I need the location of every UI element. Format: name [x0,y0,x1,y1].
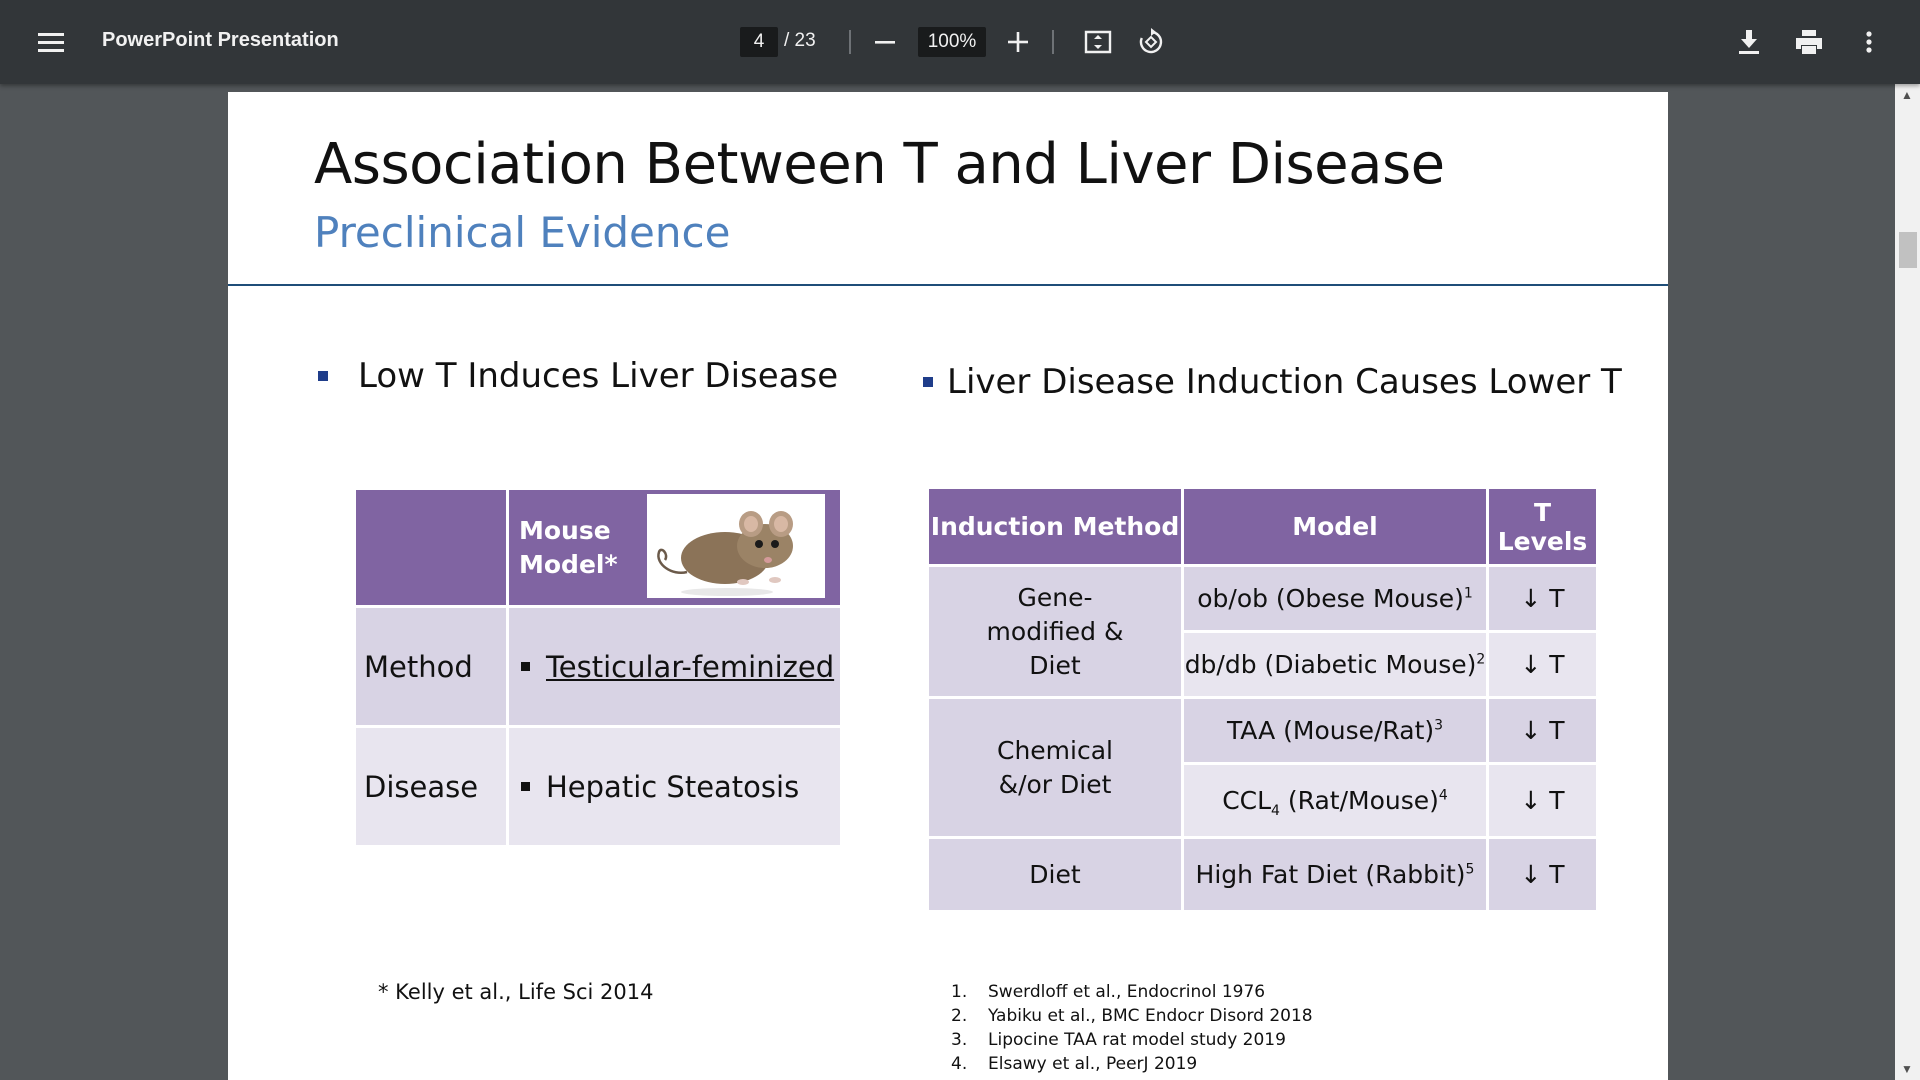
download-icon[interactable] [1725,18,1773,66]
method-cell: Diet [926,836,1184,913]
list-item: 2. Yabiku et al., BMC Endocr Disord 2018 [951,1006,1313,1026]
footnote-left: * Kelly et al., Life Sci 2014 [378,980,654,1004]
t-level-cell: ↓ T [1486,630,1599,699]
t-level-cell: ↓ T [1486,762,1599,839]
list-item: 1. Swerdloff et al., Endocrinol 1976 [951,982,1266,1002]
bullet-icon [521,782,530,791]
row-value-method: Testicular-feminized [506,605,843,728]
row-value-disease: Hepatic Steatosis [506,725,843,848]
model-cell: High Fat Diet (Rabbit)5 [1181,836,1489,913]
right-heading: Liver Disease Induction Causes Lower T [923,362,1622,402]
mouse-model-label: Mouse Model* [519,516,618,579]
row-label-method: Method [353,605,509,728]
scroll-down-icon[interactable]: ▼ [1901,1062,1913,1076]
header-divider [228,284,1668,286]
model-cell: ob/ob (Obese Mouse)1 [1181,564,1489,633]
model-cell: TAA (Mouse/Rat)3 [1181,696,1489,765]
more-vert-icon[interactable] [1845,18,1893,66]
table-row: Method Testicular-feminized [353,605,843,728]
fit-page-icon[interactable] [1074,18,1122,66]
model-cell: CCL4 (Rat/Mouse)4 [1181,762,1489,839]
toolbar-divider [849,30,851,54]
left-heading: Low T Induces Liver Disease [318,356,838,396]
mouse-model-table: Mouse Model* Method Testicular-feminized… [353,487,843,848]
method-cell: Chemical &/or Diet [926,696,1184,839]
t-level-cell: ↓ T [1486,696,1599,765]
table-header-empty [353,487,509,608]
rotate-icon[interactable] [1127,18,1175,66]
reference-list: 1. Swerdloff et al., Endocrinol 1976 2. Ya… [951,980,1313,1076]
slide-title: Association Between T and Liver Disease [314,132,1445,197]
disease-value: Hepatic Steatosis [546,769,800,804]
header-model: Model [1181,486,1489,567]
print-icon[interactable] [1785,18,1833,66]
list-item: 3. Lipocine TAA rat model study 2019 [951,1030,1286,1050]
table-row: Diet High Fat Diet (Rabbit)5 ↓ T [926,836,1599,913]
mouse-photo [647,494,825,598]
right-heading-text: Liver Disease Induction Causes Lower T [947,362,1622,402]
scroll-up-icon[interactable]: ▲ [1901,88,1913,102]
t-level-cell: ↓ T [1486,836,1599,913]
table-header-mouse-model: Mouse Model* [506,487,843,608]
method-cell: Gene-modified & Diet [926,564,1184,699]
page-total: / 23 [784,30,816,51]
t-level-cell: ↓ T [1486,564,1599,633]
table-row: Disease Hepatic Steatosis [353,725,843,848]
toolbar-divider [1052,30,1054,54]
row-label-disease: Disease [353,725,509,848]
bullet-icon [923,377,933,387]
zoom-level-input[interactable]: 100% [918,27,986,57]
document-title: PowerPoint Presentation [102,29,339,51]
header-induction-method: Induction Method [926,486,1184,567]
page-number-input[interactable]: 4 [740,27,778,57]
pdf-page: Association Between T and Liver Disease … [228,92,1668,1080]
bullet-icon [318,371,328,381]
method-link[interactable]: Testicular-feminized [546,650,834,684]
bullet-icon [521,662,530,671]
hamburger-menu-icon[interactable] [27,18,75,66]
scroll-thumb[interactable] [1899,232,1917,268]
list-item: 4. Elsawy et al., PeerJ 2019 [951,1054,1198,1074]
table-row: Gene-modified & Diet ob/ob (Obese Mouse)… [926,564,1599,699]
model-cell: db/db (Diabetic Mouse)2 [1181,630,1489,699]
zoom-out-icon[interactable] [861,18,909,66]
induction-table: Induction Method Model T Levels Gene-mod… [926,486,1599,913]
left-heading-text: Low T Induces Liver Disease [358,356,839,396]
table-row: Chemical &/or Diet TAA (Mouse/Rat)3 ↓ T [926,696,1599,839]
header-t-levels: T Levels [1486,486,1599,567]
zoom-in-icon[interactable] [994,18,1042,66]
slide-subtitle: Preclinical Evidence [314,208,731,257]
pdf-toolbar: PowerPoint Presentation 4 / 23 100% [0,0,1920,84]
